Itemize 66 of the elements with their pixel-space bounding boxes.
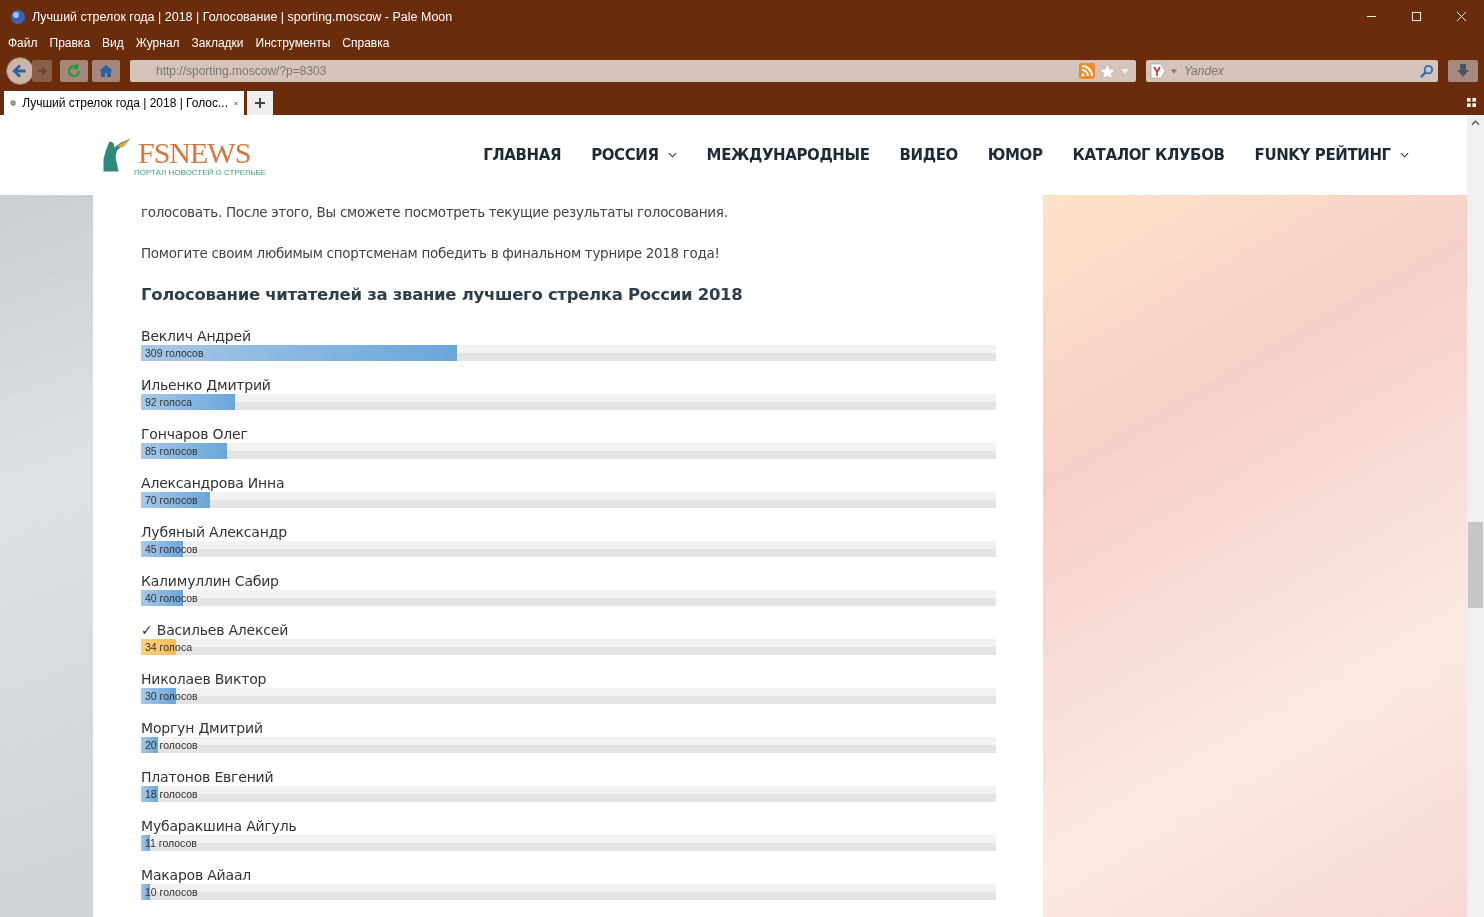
menu-item[interactable]: Файл: [8, 36, 38, 50]
candidate-name: Мубаракшина Айгуль: [141, 817, 298, 835]
candidate-name: Платонов Евгений: [141, 768, 275, 786]
scroll-up-icon[interactable]: [1471, 120, 1480, 126]
yandex-icon[interactable]: [1150, 63, 1166, 79]
candidate-name: Макаров Айаал: [141, 866, 253, 884]
candidate-name: Ильенко Дмитрий: [141, 376, 272, 394]
candidate-name: Моргун Дмитрий: [141, 719, 264, 737]
candidate-name: Гончаров Олег: [141, 425, 249, 443]
menu-item[interactable]: Журнал: [135, 36, 180, 50]
candidate-name: ✓ Васильев Алексей: [141, 621, 290, 639]
vote-count: 70 голосов: [145, 494, 198, 506]
vote-count: 40 голосов: [145, 592, 198, 604]
vote-count: 20 голосов: [145, 739, 198, 751]
search-field[interactable]: Yandex: [1182, 63, 1415, 79]
nav-link[interactable]: МЕЖДУНАРОДНЫЕ: [706, 146, 870, 164]
new-tab-button[interactable]: [247, 91, 273, 115]
tab-title: Лучший стрелок года | 2018 | Голос...: [22, 96, 229, 110]
menu-item[interactable]: Инструменты: [255, 36, 331, 50]
candidate-name: Николаев Виктор: [141, 670, 268, 688]
vote-count: 18 голосов: [145, 788, 198, 800]
dropdown-icon[interactable]: [1120, 66, 1130, 76]
candidate-name: Александрова Инна: [141, 474, 286, 492]
window-title: Лучший стрелок года | 2018 | Голосование | sporting.moscow - Pale Moon: [32, 9, 453, 24]
paragraph: голосовать. После этого, Вы сможете посмотреть текущие результаты голосования.: [141, 203, 729, 221]
candidate-name: Лубяный Александр: [141, 523, 288, 541]
back-button[interactable]: [6, 57, 34, 85]
arrow-left-icon[interactable]: [11, 62, 29, 80]
vote-count: 92 голоса: [145, 396, 192, 408]
plus-icon[interactable]: [254, 97, 266, 109]
chevron-down-icon: [667, 152, 677, 158]
rss-icon[interactable]: [1079, 63, 1095, 79]
menu-item[interactable]: Правка: [49, 36, 91, 50]
menu-item[interactable]: Вид: [102, 36, 124, 50]
logo-title: FSNEWS: [137, 138, 252, 168]
grid-icon[interactable]: [1467, 98, 1476, 107]
star-icon[interactable]: [1099, 62, 1116, 80]
search-box[interactable]: Yandex: [1146, 60, 1438, 82]
logo-tagline: ПОРТАЛ НОВОСТЕЙ О СТРЕЛЬБЕ: [134, 168, 267, 177]
nav-link[interactable]: ЮМОР: [987, 146, 1043, 164]
dropdown-icon[interactable]: [1170, 67, 1178, 75]
candidate-name: Калимуллин Сабир: [141, 572, 280, 590]
download-icon[interactable]: [1455, 63, 1471, 79]
home-button[interactable]: [92, 60, 120, 82]
menu-item[interactable]: Закладки: [191, 36, 244, 50]
nav-link[interactable]: КАТАЛОГ КЛУБОВ: [1072, 146, 1225, 164]
vote-count: 85 голосов: [145, 445, 198, 457]
menu-item[interactable]: Справка: [342, 36, 390, 50]
poll-title: Голосование читателей за звание лучшего стрелка России 2018: [141, 285, 744, 304]
home-icon[interactable]: [98, 63, 114, 79]
search-icon[interactable]: [1419, 63, 1434, 79]
globe-icon: [10, 8, 26, 25]
vote-count: 45 голосов: [145, 543, 198, 555]
paragraph: Помогите своим любимым спортсменам победить в финальном турнире 2018 года!: [141, 244, 721, 262]
vote-count: 309 голосов: [145, 347, 204, 359]
vote-count: 34 голоса: [145, 641, 192, 653]
nav-link[interactable]: ГЛАВНАЯ: [483, 146, 562, 164]
scrollbar-thumb[interactable]: [1468, 522, 1483, 608]
nav-link[interactable]: FUNKY РЕЙТИНГ: [1254, 146, 1409, 164]
scrollbar[interactable]: [1467, 115, 1484, 917]
candidate-name: Веклич Андрей: [141, 327, 252, 345]
nav-link[interactable]: РОССИЯ: [591, 146, 677, 164]
nav-link[interactable]: ВИДЕО: [899, 146, 958, 164]
chevron-down-icon: [1399, 152, 1409, 158]
download-button[interactable]: [1448, 60, 1478, 82]
browser-tab[interactable]: Лучший стрелок года | 2018 | Голос...: [4, 91, 244, 115]
